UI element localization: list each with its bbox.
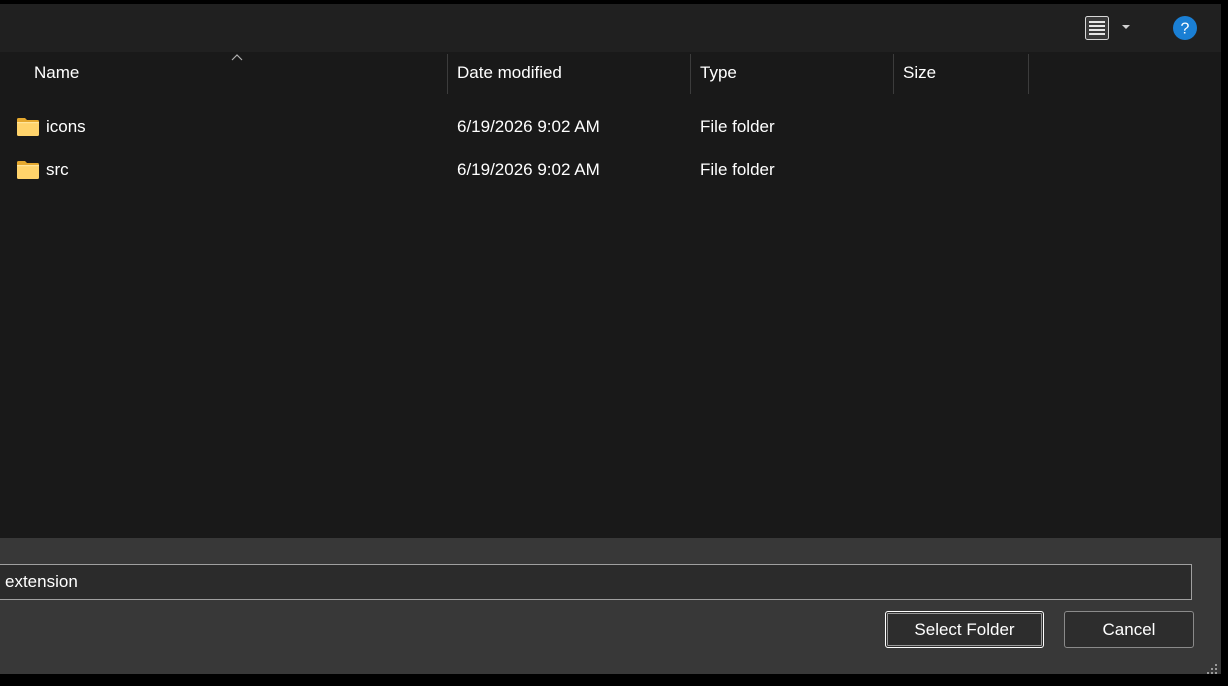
file-name: src [46, 160, 69, 179]
column-header-date-label: Date modified [457, 63, 562, 82]
file-name: icons [46, 117, 86, 136]
list-item[interactable]: src 6/19/2026 9:02 AM File folder [0, 149, 1221, 191]
column-divider[interactable] [690, 54, 691, 94]
column-header-date-modified[interactable]: Date modified [457, 52, 687, 94]
help-icon[interactable]: ? [1172, 15, 1198, 41]
list-item[interactable]: icons 6/19/2026 9:02 AM File folder [0, 106, 1221, 148]
select-folder-button[interactable]: Select Folder [885, 611, 1044, 648]
file-date-modified: 6/19/2026 9:02 AM [457, 117, 600, 136]
folder-picker-dialog: ? Name Date modified Type Size icons 6/1… [0, 4, 1221, 674]
file-type: File folder [700, 117, 775, 136]
column-header-name[interactable]: Name [34, 52, 444, 94]
details-view-icon [1085, 16, 1109, 40]
column-header-type-label: Type [700, 63, 737, 82]
help-glyph: ? [1181, 21, 1190, 38]
change-view-button[interactable] [1080, 13, 1136, 43]
column-header-name-label: Name [34, 63, 80, 82]
resize-grip-icon[interactable] [1207, 664, 1219, 674]
dialog-footer: Select Folder Cancel [0, 538, 1221, 674]
column-header-type[interactable]: Type [700, 52, 890, 94]
column-divider[interactable] [447, 54, 448, 94]
folder-icon [17, 118, 39, 136]
folder-name-input[interactable] [0, 564, 1192, 600]
column-header-size-label: Size [903, 63, 937, 82]
file-type: File folder [700, 160, 775, 179]
column-divider[interactable] [893, 54, 894, 94]
cancel-button[interactable]: Cancel [1064, 611, 1194, 648]
chevron-down-icon[interactable] [1121, 23, 1131, 31]
file-list: Name Date modified Type Size icons 6/19/… [0, 52, 1221, 538]
folder-icon [17, 161, 39, 179]
column-divider[interactable] [1028, 54, 1029, 94]
command-bar: ? [0, 4, 1221, 52]
column-header-size[interactable]: Size [903, 52, 1025, 94]
file-date-modified: 6/19/2026 9:02 AM [457, 160, 600, 179]
